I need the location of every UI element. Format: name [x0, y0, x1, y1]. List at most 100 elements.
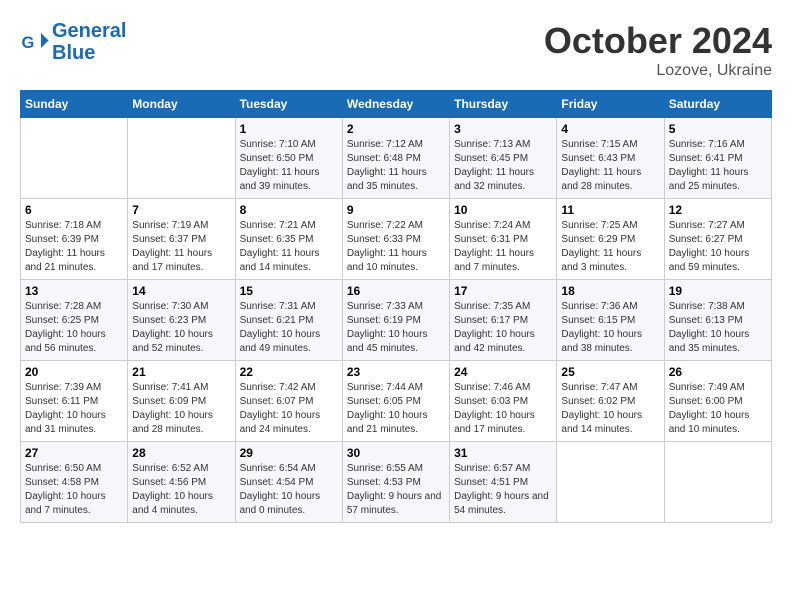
calendar-cell: 5Sunrise: 7:16 AM Sunset: 6:41 PM Daylig… — [664, 118, 771, 199]
day-number: 31 — [454, 446, 552, 460]
day-number: 2 — [347, 122, 445, 136]
calendar-cell: 11Sunrise: 7:25 AM Sunset: 6:29 PM Dayli… — [557, 199, 664, 280]
day-info: Sunrise: 6:54 AM Sunset: 4:54 PM Dayligh… — [240, 462, 338, 518]
day-number: 24 — [454, 365, 552, 379]
day-info: Sunrise: 7:15 AM Sunset: 6:43 PM Dayligh… — [561, 138, 659, 194]
calendar-cell: 27 Sunrise: 6:50 AM Sunset: 4:58 PM Dayli… — [21, 442, 128, 523]
calendar-cell: 7 Sunrise: 7:19 AM Sunset: 6:37 PM Daylig… — [128, 199, 235, 280]
calendar-week-4: 20 Sunrise: 7:39 AM Sunset: 6:11 PM Dayli… — [21, 361, 772, 442]
day-number: 27 — [25, 446, 123, 460]
calendar-cell: 18Sunrise: 7:36 AM Sunset: 6:15 PM Dayli… — [557, 280, 664, 361]
day-info: Sunrise: 7:33 AM Sunset: 6:19 PM Dayligh… — [347, 300, 445, 356]
calendar-cell: 2Sunrise: 7:12 AM Sunset: 6:48 PM Daylig… — [342, 118, 449, 199]
calendar-cell: 26Sunrise: 7:49 AM Sunset: 6:00 PM Dayli… — [664, 361, 771, 442]
day-number: 10 — [454, 203, 552, 217]
day-number: 8 — [240, 203, 338, 217]
day-number: 19 — [669, 284, 767, 298]
day-number: 30 — [347, 446, 445, 460]
calendar-cell — [557, 442, 664, 523]
day-info: Sunrise: 7:13 AM Sunset: 6:45 PM Dayligh… — [454, 138, 552, 194]
day-info: Sunrise: 7:35 AM Sunset: 6:17 PM Dayligh… — [454, 300, 552, 356]
calendar-cell: 1 Sunrise: 7:10 AM Sunset: 6:50 PM Daylig… — [235, 118, 342, 199]
day-number: 6 — [25, 203, 123, 217]
day-number: 4 — [561, 122, 659, 136]
calendar-cell: 12 Sunrise: 7:27 AM Sunset: 6:27 PM Dayli… — [664, 199, 771, 280]
calendar-cell: 15Sunrise: 7:31 AM Sunset: 6:21 PM Dayli… — [235, 280, 342, 361]
calendar-cell: 23 Sunrise: 7:44 AM Sunset: 6:05 PM Dayli… — [342, 361, 449, 442]
calendar-cell: 14 Sunrise: 7:30 AM Sunset: 6:23 PM Dayli… — [128, 280, 235, 361]
day-number: 1 — [240, 122, 338, 136]
day-info: Sunrise: 7:10 AM Sunset: 6:50 PM Dayligh… — [240, 138, 338, 194]
column-header-sunday: Sunday — [21, 91, 128, 118]
calendar-cell: 28 Sunrise: 6:52 AM Sunset: 4:56 PM Dayli… — [128, 442, 235, 523]
title-area: October 2024 Lozove, Ukraine — [544, 20, 772, 80]
logo-text: General Blue — [52, 20, 126, 64]
calendar-cell — [21, 118, 128, 199]
day-number: 25 — [561, 365, 659, 379]
day-info: Sunrise: 7:27 AM Sunset: 6:27 PM Dayligh… — [669, 219, 767, 275]
calendar-table: SundayMondayTuesdayWednesdayThursdayFrid… — [20, 90, 772, 523]
month-title: October 2024 — [544, 20, 772, 62]
day-info: Sunrise: 7:47 AM Sunset: 6:02 PM Dayligh… — [561, 381, 659, 437]
day-number: 11 — [561, 203, 659, 217]
day-info: Sunrise: 6:55 AM Sunset: 4:53 PM Dayligh… — [347, 462, 445, 518]
column-header-friday: Friday — [557, 91, 664, 118]
day-info: Sunrise: 7:22 AM Sunset: 6:33 PM Dayligh… — [347, 219, 445, 275]
calendar-cell: 17 Sunrise: 7:35 AM Sunset: 6:17 PM Dayli… — [450, 280, 557, 361]
calendar-cell: 20 Sunrise: 7:39 AM Sunset: 6:11 PM Dayli… — [21, 361, 128, 442]
column-header-saturday: Saturday — [664, 91, 771, 118]
day-info: Sunrise: 6:52 AM Sunset: 4:56 PM Dayligh… — [132, 462, 230, 518]
day-number: 17 — [454, 284, 552, 298]
logo-line2: Blue — [52, 42, 95, 64]
column-header-tuesday: Tuesday — [235, 91, 342, 118]
day-number: 9 — [347, 203, 445, 217]
day-number: 28 — [132, 446, 230, 460]
day-number: 15 — [240, 284, 338, 298]
column-header-monday: Monday — [128, 91, 235, 118]
calendar-cell: 31Sunrise: 6:57 AM Sunset: 4:51 PM Dayli… — [450, 442, 557, 523]
day-info: Sunrise: 7:30 AM Sunset: 6:23 PM Dayligh… — [132, 300, 230, 356]
calendar-week-3: 13 Sunrise: 7:28 AM Sunset: 6:25 PM Dayli… — [21, 280, 772, 361]
calendar-cell: 16Sunrise: 7:33 AM Sunset: 6:19 PM Dayli… — [342, 280, 449, 361]
day-info: Sunrise: 7:19 AM Sunset: 6:37 PM Dayligh… — [132, 219, 230, 275]
calendar-week-5: 27 Sunrise: 6:50 AM Sunset: 4:58 PM Dayli… — [21, 442, 772, 523]
page-header: G General Blue October 2024 Lozove, Ukra… — [20, 20, 772, 80]
calendar-cell: 30 Sunrise: 6:55 AM Sunset: 4:53 PM Dayli… — [342, 442, 449, 523]
day-info: Sunrise: 7:21 AM Sunset: 6:35 PM Dayligh… — [240, 219, 338, 275]
calendar-header-row: SundayMondayTuesdayWednesdayThursdayFrid… — [21, 91, 772, 118]
day-info: Sunrise: 7:24 AM Sunset: 6:31 PM Dayligh… — [454, 219, 552, 275]
day-info: Sunrise: 7:42 AM Sunset: 6:07 PM Dayligh… — [240, 381, 338, 437]
day-number: 7 — [132, 203, 230, 217]
day-number: 26 — [669, 365, 767, 379]
day-number: 22 — [240, 365, 338, 379]
day-info: Sunrise: 7:16 AM Sunset: 6:41 PM Dayligh… — [669, 138, 767, 194]
day-info: Sunrise: 7:39 AM Sunset: 6:11 PM Dayligh… — [25, 381, 123, 437]
svg-text:G: G — [22, 34, 35, 52]
calendar-cell — [128, 118, 235, 199]
day-number: 23 — [347, 365, 445, 379]
calendar-cell: 6Sunrise: 7:18 AM Sunset: 6:39 PM Daylig… — [21, 199, 128, 280]
day-info: Sunrise: 7:41 AM Sunset: 6:09 PM Dayligh… — [132, 381, 230, 437]
calendar-week-1: 1 Sunrise: 7:10 AM Sunset: 6:50 PM Daylig… — [21, 118, 772, 199]
calendar-cell: 4 Sunrise: 7:15 AM Sunset: 6:43 PM Daylig… — [557, 118, 664, 199]
column-header-wednesday: Wednesday — [342, 91, 449, 118]
calendar-cell: 9 Sunrise: 7:22 AM Sunset: 6:33 PM Daylig… — [342, 199, 449, 280]
day-number: 29 — [240, 446, 338, 460]
calendar-cell: 29 Sunrise: 6:54 AM Sunset: 4:54 PM Dayli… — [235, 442, 342, 523]
logo: G General Blue — [20, 20, 126, 64]
calendar-cell: 10 Sunrise: 7:24 AM Sunset: 6:31 PM Dayli… — [450, 199, 557, 280]
day-number: 13 — [25, 284, 123, 298]
day-info: Sunrise: 7:28 AM Sunset: 6:25 PM Dayligh… — [25, 300, 123, 356]
day-number: 20 — [25, 365, 123, 379]
day-number: 3 — [454, 122, 552, 136]
calendar-body: 1 Sunrise: 7:10 AM Sunset: 6:50 PM Daylig… — [21, 118, 772, 523]
day-info: Sunrise: 7:36 AM Sunset: 6:15 PM Dayligh… — [561, 300, 659, 356]
day-info: Sunrise: 6:50 AM Sunset: 4:58 PM Dayligh… — [25, 462, 123, 518]
day-number: 12 — [669, 203, 767, 217]
calendar-cell: 19Sunrise: 7:38 AM Sunset: 6:13 PM Dayli… — [664, 280, 771, 361]
day-number: 14 — [132, 284, 230, 298]
calendar-cell: 24Sunrise: 7:46 AM Sunset: 6:03 PM Dayli… — [450, 361, 557, 442]
logo-icon: G — [20, 27, 50, 57]
day-info: Sunrise: 7:44 AM Sunset: 6:05 PM Dayligh… — [347, 381, 445, 437]
column-header-thursday: Thursday — [450, 91, 557, 118]
